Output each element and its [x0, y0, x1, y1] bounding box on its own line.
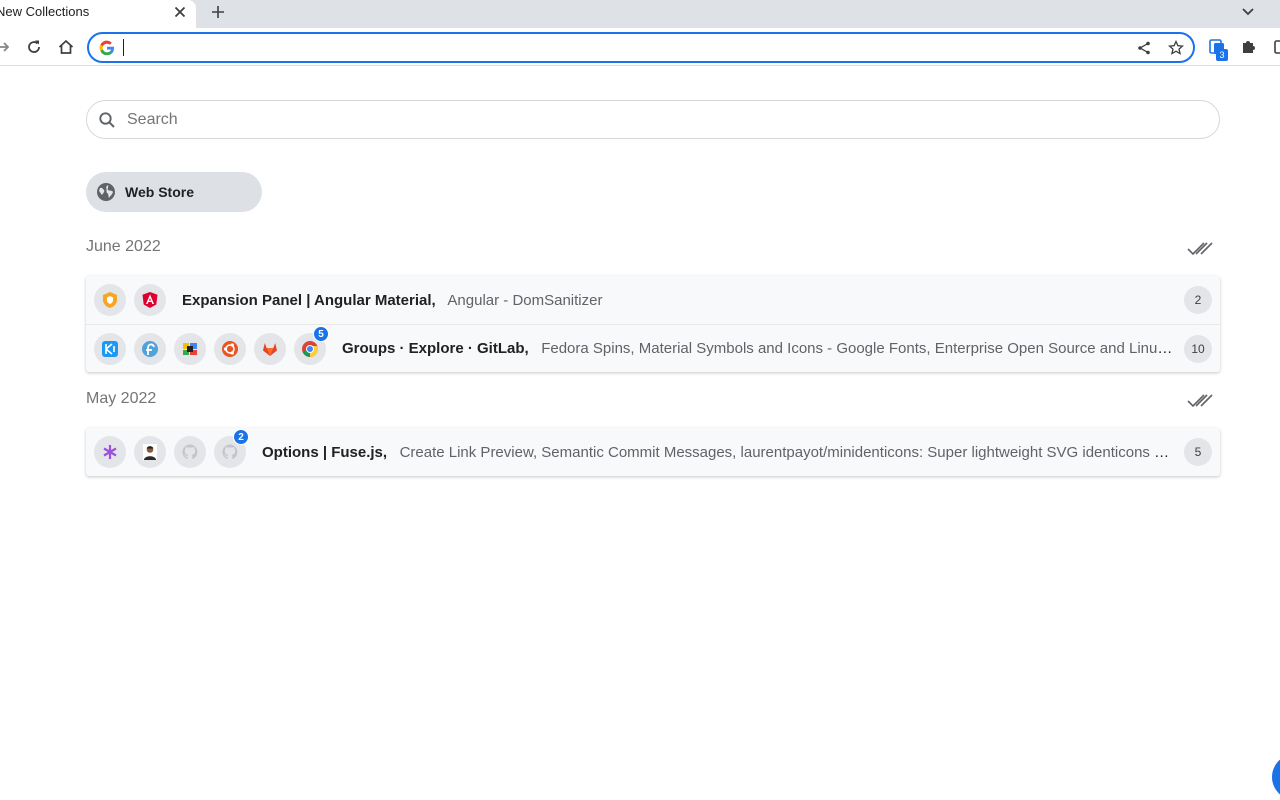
colorful-grid-icon: [174, 332, 206, 365]
search-icon: [99, 112, 115, 128]
collection-titles: Options | Fuse.js, Create Link Preview, …: [262, 444, 1184, 461]
ubuntu-icon: [214, 332, 246, 365]
tab-close-icon[interactable]: [170, 2, 190, 22]
other-tab-titles: Angular - DomSanitizer: [447, 291, 603, 309]
other-tab-titles: Fedora Spins, Material Symbols and Icons…: [541, 340, 1184, 357]
tab-title: New Collections: [0, 4, 90, 19]
search-input[interactable]: [127, 109, 1187, 131]
globe-icon: [97, 183, 115, 201]
first-tab-title: Options | Fuse.js,: [262, 443, 388, 461]
collection-titles: Expansion Panel | Angular Material, Angu…: [182, 292, 1184, 309]
new-tab-icon[interactable]: [206, 1, 230, 23]
address-input[interactable]: [121, 37, 1111, 58]
floating-action-button[interactable]: [1272, 754, 1280, 800]
favicon-stack: 2: [86, 429, 254, 468]
reload-icon[interactable]: [23, 36, 45, 58]
browser-toolbar: [0, 28, 1280, 66]
shield-icon: [94, 284, 126, 316]
collection-row[interactable]: Expansion Panel | Angular Material, Angu…: [86, 276, 1220, 324]
collection-card-may-2022: 2 Options | Fuse.js, Create Link Preview…: [86, 428, 1220, 476]
collection-row[interactable]: 5 Groups · Explore · GitLab, Fedora Spin…: [86, 324, 1220, 372]
tab-count-badge: 10: [1184, 334, 1212, 363]
google-g-icon: [99, 40, 114, 56]
other-tab-titles: Create Link Preview, Semantic Commit Mes…: [399, 443, 1184, 461]
bookmark-star-icon[interactable]: [1167, 39, 1185, 57]
fedora-icon: [134, 332, 166, 365]
first-tab-title: Groups · Explore · GitLab,: [342, 340, 529, 357]
tab-new-collections[interactable]: New Collections: [0, 0, 196, 28]
collection-row[interactable]: 2 Options | Fuse.js, Create Link Preview…: [86, 428, 1220, 476]
tab-count-badge: 5: [1184, 438, 1212, 466]
search-box[interactable]: [86, 100, 1220, 139]
group-title-may-2022: May 2022: [86, 390, 157, 407]
address-bar[interactable]: [87, 32, 1195, 63]
double-check-icon[interactable]: [1186, 238, 1214, 260]
extension-badge: 3: [1216, 49, 1228, 61]
asterisk-icon: [94, 436, 126, 468]
tab-group-count-badge: 5: [313, 325, 329, 342]
gitlab-icon: [254, 332, 286, 365]
forward-icon[interactable]: [0, 36, 14, 58]
side-panel-icon[interactable]: [1268, 36, 1280, 58]
github-icon: 2: [214, 429, 249, 468]
share-icon[interactable]: [1135, 39, 1153, 57]
text-caret: [123, 39, 124, 56]
double-check-icon[interactable]: [1186, 390, 1214, 412]
tab-strip: New Collections: [0, 0, 1280, 28]
angular-icon: [134, 284, 166, 316]
favicon-stack: 5: [86, 325, 334, 365]
web-store-label: Web Store: [125, 184, 194, 200]
group-title-june-2022: June 2022: [86, 238, 161, 255]
github-icon: [174, 436, 206, 468]
first-tab-title: Expansion Panel | Angular Material,: [182, 291, 436, 309]
avatar-icon: [134, 436, 166, 468]
tab-count-badge: 2: [1184, 286, 1212, 314]
favicon-stack: [86, 284, 174, 316]
collection-titles: Groups · Explore · GitLab, Fedora Spins,…: [342, 340, 1184, 357]
extensions-puzzle-icon[interactable]: [1237, 36, 1259, 58]
collection-card-june-2022: Expansion Panel | Angular Material, Angu…: [86, 276, 1220, 372]
tab-group-count-badge: 2: [233, 429, 249, 445]
home-icon[interactable]: [55, 36, 77, 58]
web-store-chip[interactable]: Web Store: [86, 172, 262, 212]
chrome-icon: 5: [294, 325, 329, 365]
tab-search-chevron-icon[interactable]: [1236, 1, 1260, 23]
kde-icon: [94, 332, 126, 365]
